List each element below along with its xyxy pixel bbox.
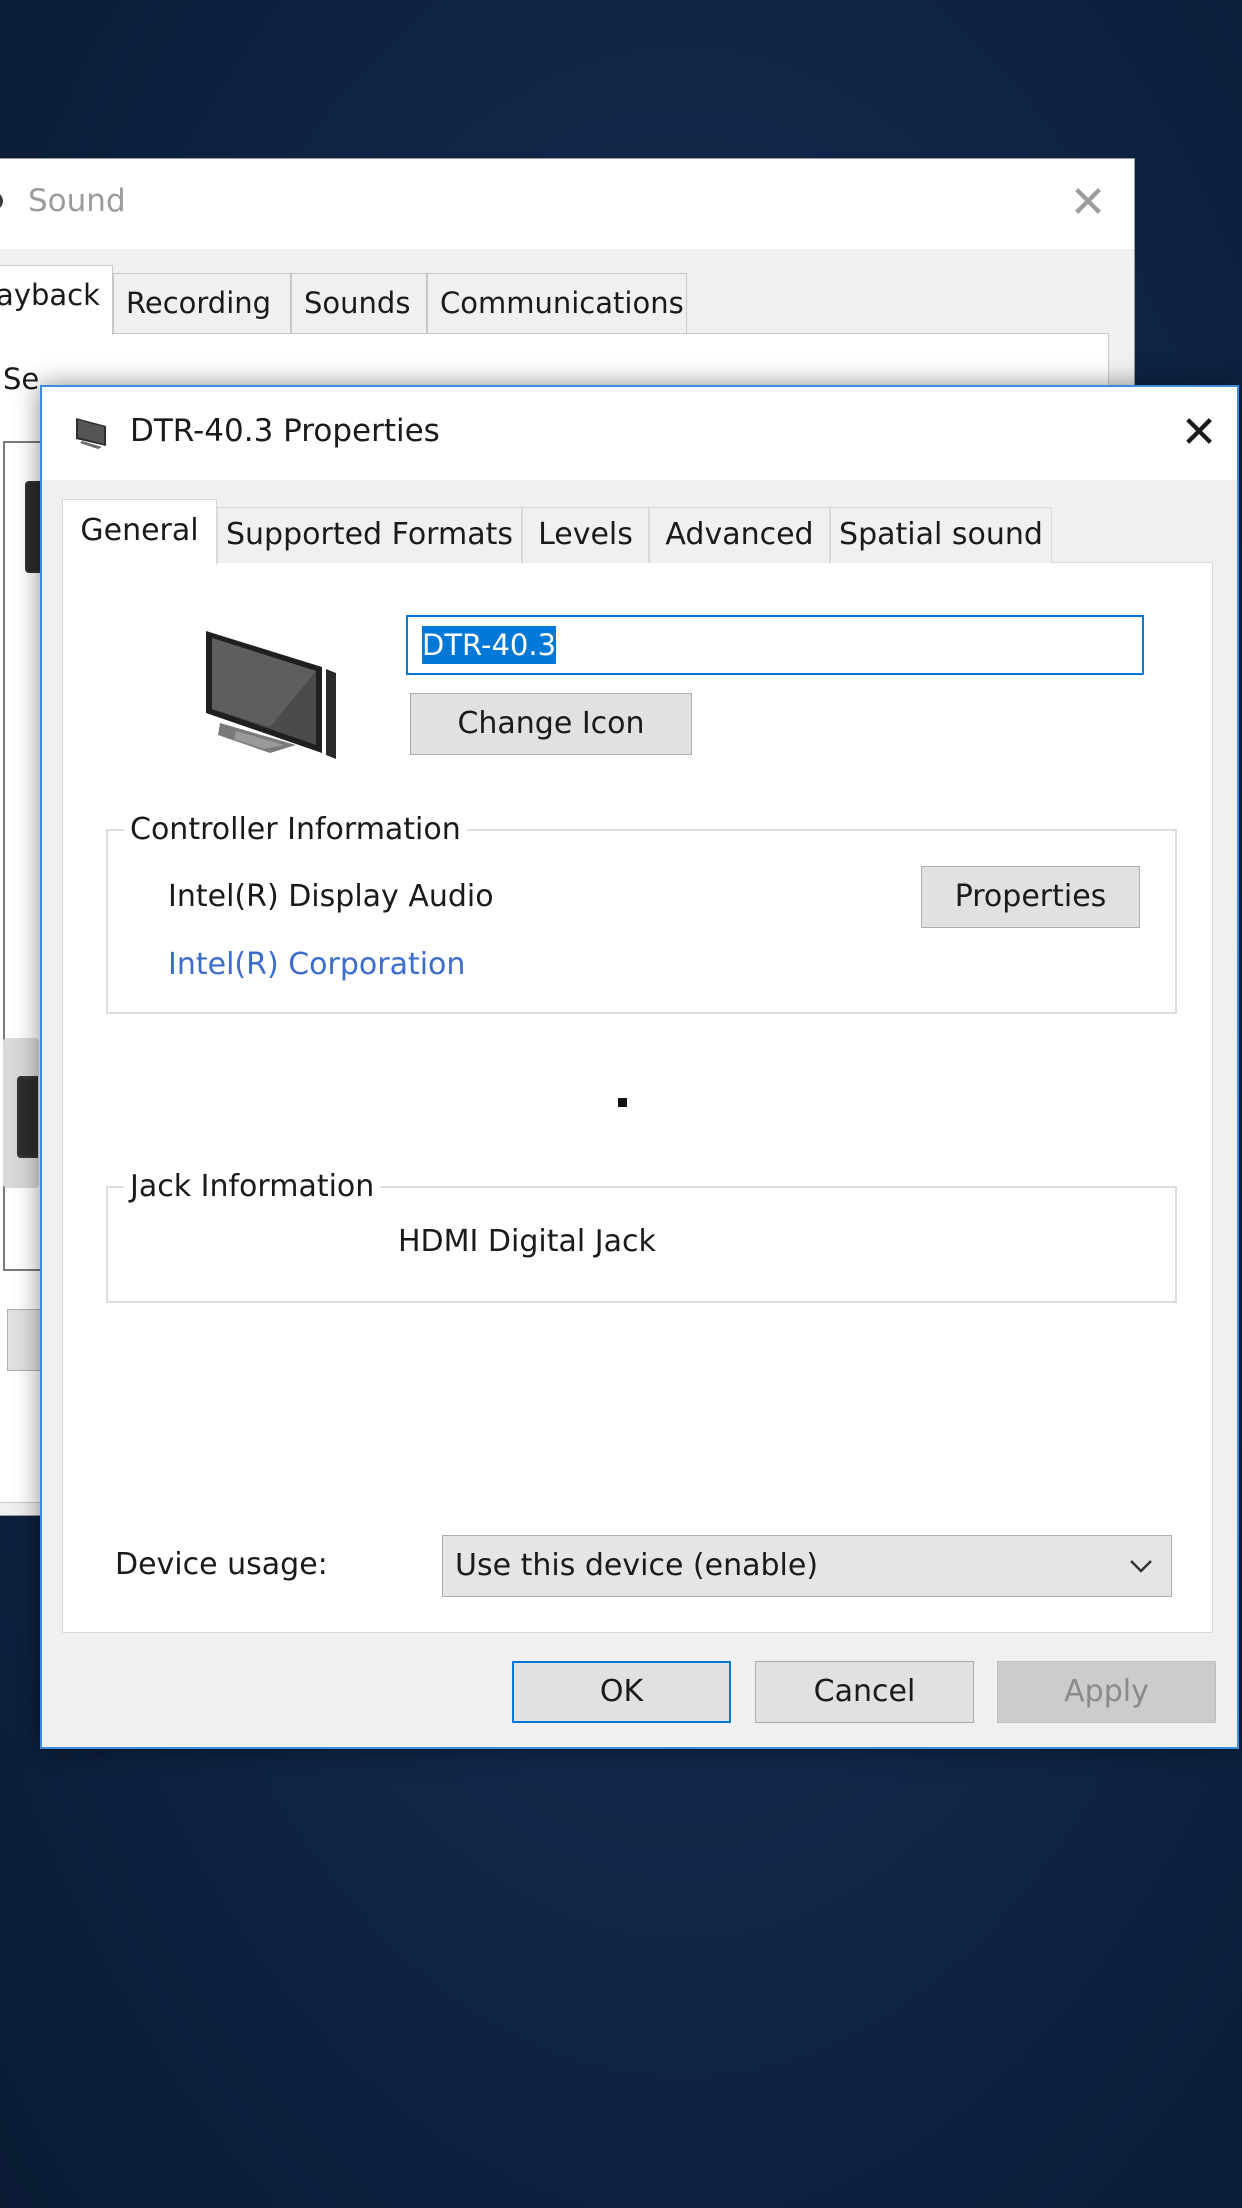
sound-close-icon[interactable]: ✕ bbox=[1058, 173, 1118, 233]
tab-levels[interactable]: Levels bbox=[522, 507, 649, 563]
tab-supported-formats[interactable]: Supported Formats bbox=[217, 507, 522, 563]
monitor-icon bbox=[76, 418, 106, 449]
tab-general[interactable]: General bbox=[62, 499, 217, 565]
sound-tab-recording[interactable]: Recording bbox=[113, 273, 291, 333]
jack-information-legend: Jack Information bbox=[130, 1169, 375, 1204]
tab-advanced[interactable]: Advanced bbox=[649, 507, 830, 563]
list-item-selected[interactable] bbox=[3, 1038, 39, 1188]
jack-description: HDMI Digital Jack bbox=[398, 1224, 656, 1259]
apply-button[interactable]: Apply bbox=[997, 1661, 1216, 1723]
device-usage-value: Use this device (enable) bbox=[455, 1548, 819, 1583]
sound-titlebar[interactable]: Sound ✕ bbox=[0, 159, 1134, 249]
controller-name: Intel(R) Display Audio bbox=[168, 879, 494, 914]
properties-titlebar[interactable]: DTR-40.3 Properties ✕ bbox=[42, 387, 1237, 480]
sound-tab-playback[interactable]: layback bbox=[0, 265, 113, 335]
ok-button[interactable]: OK bbox=[512, 1661, 731, 1723]
sound-icon bbox=[0, 192, 3, 210]
tabstrip: General Supported Formats Levels Advance… bbox=[62, 499, 1217, 565]
sound-tab-communications[interactable]: Communications bbox=[427, 273, 687, 333]
device-usage-label: Device usage: bbox=[115, 1547, 328, 1582]
mouse-pointer-dot bbox=[618, 1098, 627, 1107]
sound-window-title: Sound bbox=[28, 183, 126, 219]
sound-tabstrip: layback Recording Sounds Communications bbox=[0, 265, 1134, 335]
chevron-down-icon bbox=[1130, 1560, 1152, 1573]
close-icon[interactable]: ✕ bbox=[1167, 401, 1231, 465]
sound-tab-sounds[interactable]: Sounds bbox=[291, 273, 427, 333]
controller-information-legend: Controller Information bbox=[130, 812, 461, 847]
device-name-text: DTR-40.3 bbox=[422, 626, 557, 664]
monitor-icon bbox=[206, 631, 336, 759]
change-icon-button[interactable]: Change Icon bbox=[410, 693, 692, 755]
properties-dialog: DTR-40.3 Properties ✕ General Supported … bbox=[40, 385, 1239, 1749]
cancel-button[interactable]: Cancel bbox=[755, 1661, 974, 1723]
dialog-title: DTR-40.3 Properties bbox=[130, 413, 440, 449]
device-usage-select[interactable]: Use this device (enable) bbox=[442, 1535, 1172, 1597]
device-name-input[interactable]: DTR-40.3 bbox=[406, 615, 1144, 675]
tab-spatial-sound[interactable]: Spatial sound bbox=[830, 507, 1052, 563]
sound-description: Se bbox=[3, 362, 40, 396]
controller-properties-button[interactable]: Properties bbox=[921, 866, 1140, 928]
controller-vendor-link[interactable]: Intel(R) Corporation bbox=[168, 947, 465, 982]
